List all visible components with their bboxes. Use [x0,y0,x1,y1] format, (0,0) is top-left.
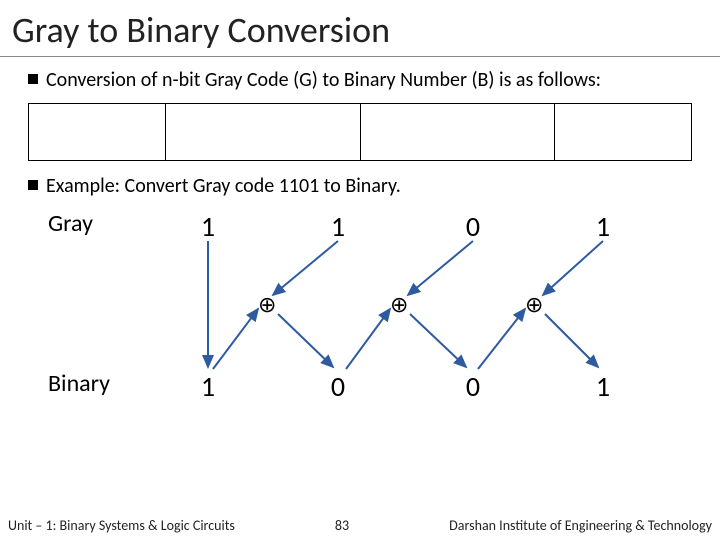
formula-table [28,103,692,161]
slide-title: Gray to Binary Conversion [0,0,720,57]
table-cell [29,104,166,160]
bullet-2-text: Example: Convert Gray code 1101 to Binar… [46,173,692,199]
footer-page: 83 [235,517,449,534]
content-area: Conversion of n-bit Gray Code (G) to Bin… [0,57,720,399]
footer-unit: Unit – 1: Binary Systems & Logic Circuit… [0,517,235,534]
arrows-overlay [48,209,688,409]
bullet-1-text: Conversion of n-bit Gray Code (G) to Bin… [46,67,692,93]
footer-institute: Darshan Institute of Engineering & Techn… [449,517,720,534]
footer: Unit – 1: Binary Systems & Logic Circuit… [0,517,720,534]
table-cell [361,104,556,160]
bullet-1: Conversion of n-bit Gray Code (G) to Bin… [28,67,692,93]
bullet-marker-icon [28,74,38,84]
conversion-diagram: Gray Binary 1 1 0 1 1 0 0 1 ⊕ ⊕ ⊕ [48,209,672,399]
bullet-2: Example: Convert Gray code 1101 to Binar… [28,173,692,199]
table-cell [555,104,691,160]
bullet-marker-icon [28,180,38,190]
table-cell [166,104,361,160]
